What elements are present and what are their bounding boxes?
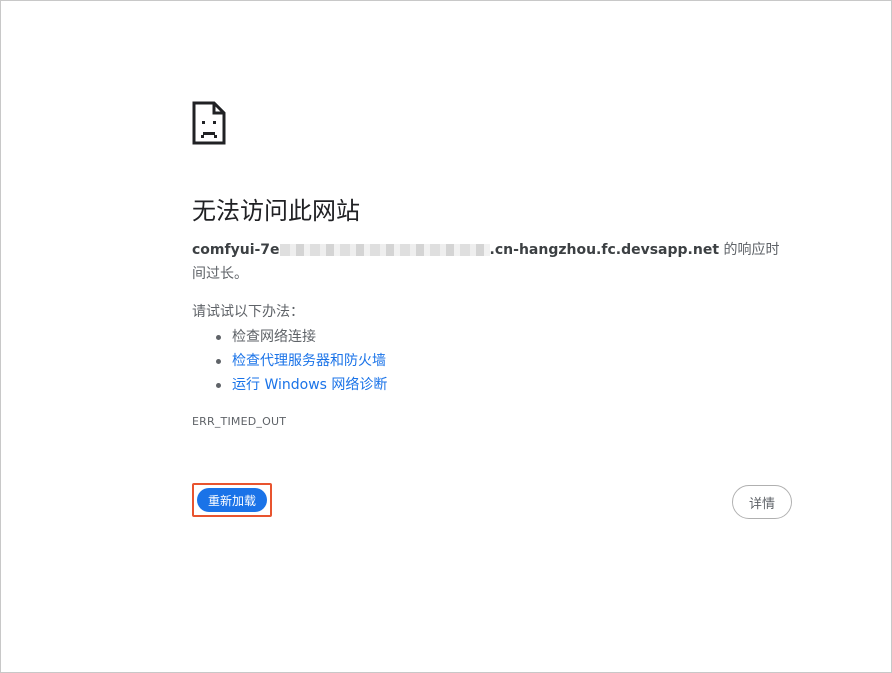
check-proxy-link[interactable]: 检查代理服务器和防火墙 — [232, 353, 386, 369]
reload-button[interactable]: 重新加载 — [197, 488, 267, 512]
suggestions-list: 检查网络连接 检查代理服务器和防火墙 运行 Windows 网络诊断 — [192, 325, 387, 397]
suggestion-run-diagnostics: 运行 Windows 网络诊断 — [192, 373, 387, 397]
redacted-host-segment — [279, 244, 490, 256]
reload-button-highlight: 重新加载 — [192, 483, 272, 517]
error-code: ERR_TIMED_OUT — [192, 415, 287, 428]
page-title: 无法访问此网站 — [192, 197, 360, 225]
suggestion-check-network: 检查网络连接 — [192, 325, 387, 349]
browser-viewport: 无法访问此网站 comfyui-7e .cn-hangzhou.fc.devsap… — [0, 0, 892, 673]
network-diagnostics-link[interactable]: 运行 Windows 网络诊断 — [232, 377, 387, 393]
error-message: comfyui-7e .cn-hangzhou.fc.devsapp.net 的响… — [192, 238, 788, 286]
details-button[interactable]: 详情 — [732, 485, 792, 519]
suggestion-check-proxy: 检查代理服务器和防火墙 — [192, 349, 387, 373]
sad-page-icon — [192, 101, 226, 145]
suggestions-label: 请试试以下办法： — [192, 304, 304, 320]
host-name: comfyui-7e .cn-hangzhou.fc.devsapp.net — [192, 242, 720, 258]
